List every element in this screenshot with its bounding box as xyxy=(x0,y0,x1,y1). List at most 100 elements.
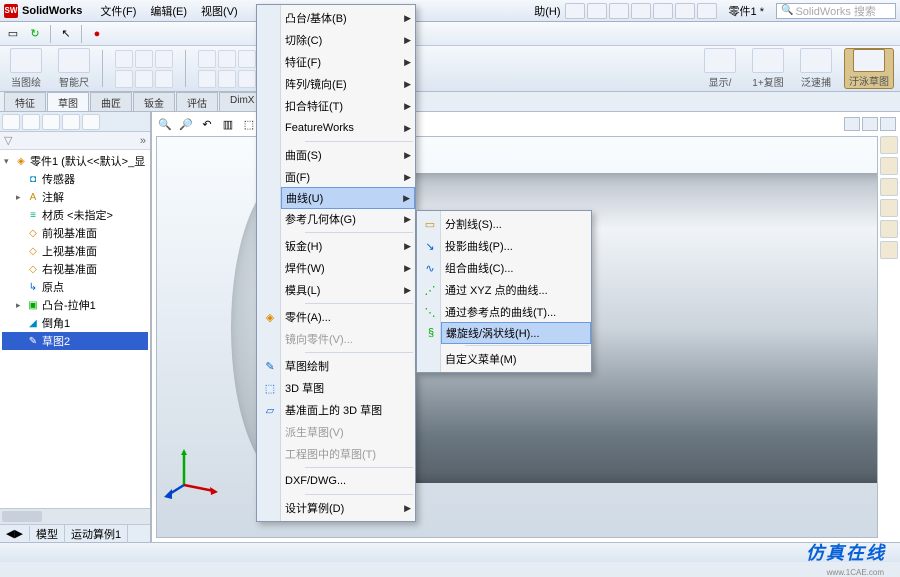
menu-3dsketch-on-plane[interactable]: ▱基准面上的 3D 草图 xyxy=(281,399,415,421)
taskpane-library-icon[interactable] xyxy=(880,157,898,175)
tree-right-plane[interactable]: ◇右视基准面 xyxy=(2,260,148,278)
menu-sheetmetal[interactable]: 钣金(H)▶ xyxy=(281,235,415,257)
scrollbar-thumb[interactable] xyxy=(2,511,42,522)
menu-file[interactable]: 文件(F) xyxy=(94,1,142,21)
filter-icon[interactable]: ▽ xyxy=(4,134,18,148)
window-minimize-icon[interactable] xyxy=(844,117,860,131)
view-prev-icon[interactable]: ↶ xyxy=(198,116,216,132)
menu-part[interactable]: ◈零件(A)... xyxy=(281,306,415,328)
trim-tool-icon[interactable] xyxy=(198,50,216,68)
zoom-fit-icon[interactable]: 🔍 xyxy=(156,116,174,132)
window-close-icon[interactable] xyxy=(880,117,896,131)
tool-rebuild-icon[interactable]: ↻ xyxy=(26,25,44,43)
move-tool-icon[interactable] xyxy=(238,70,256,88)
qat-new-icon[interactable] xyxy=(565,3,585,19)
menu-help[interactable]: 助(H) xyxy=(534,3,560,19)
tree-root[interactable]: ▾◈零件1 (默认<<默认>_显 xyxy=(2,152,148,170)
menu-sketch[interactable]: ✎草图绘制 xyxy=(281,355,415,377)
zoom-area-icon[interactable]: 🔎 xyxy=(177,116,195,132)
tab-model[interactable]: 模型 xyxy=(30,525,65,543)
menu-cut[interactable]: 切除(C)▶ xyxy=(281,29,415,51)
circle-tool-icon[interactable] xyxy=(135,50,153,68)
window-maximize-icon[interactable] xyxy=(862,117,878,131)
menu-face[interactable]: 面(F)▶ xyxy=(281,166,415,188)
menu-3dsketch[interactable]: ⬚3D 草图 xyxy=(281,377,415,399)
qat-save-icon[interactable] xyxy=(609,3,629,19)
offset-tool-icon[interactable] xyxy=(238,50,256,68)
tab-sketch[interactable]: 草图 xyxy=(47,92,89,111)
menu-refgeometry[interactable]: 参考几何体(G)▶ xyxy=(281,208,415,230)
line-tool-icon[interactable] xyxy=(115,50,133,68)
fm-tab-dimxpert-icon[interactable] xyxy=(62,114,80,130)
submenu-curve-xyz[interactable]: ⋰通过 XYZ 点的曲线... xyxy=(441,279,591,301)
tool-appearance-icon[interactable]: ● xyxy=(88,25,106,43)
convert-tool-icon[interactable] xyxy=(218,50,236,68)
menu-featureworks[interactable]: FeatureWorks▶ xyxy=(281,117,415,139)
ribbon-sketch-icon[interactable] xyxy=(10,48,42,73)
tab-surfaces[interactable]: 曲匠 xyxy=(90,92,132,111)
menu-molds[interactable]: 模具(L)▶ xyxy=(281,279,415,301)
qat-undo-icon[interactable] xyxy=(653,3,673,19)
fm-tab-display-icon[interactable] xyxy=(82,114,100,130)
submenu-helix[interactable]: §螺旋线/涡状线(H)... xyxy=(441,322,591,344)
tree-sensors[interactable]: ◘传感器 xyxy=(2,170,148,188)
search-input[interactable]: 🔍 SolidWorks 搜索 xyxy=(776,3,896,19)
orientation-triad-icon[interactable] xyxy=(164,441,224,501)
ribbon-rapidsketch-icon[interactable] xyxy=(853,49,885,72)
menu-fastening[interactable]: 扣合特征(T)▶ xyxy=(281,95,415,117)
menu-edit[interactable]: 编辑(E) xyxy=(144,1,193,21)
ribbon-quicksnap-icon[interactable] xyxy=(800,48,832,73)
ribbon-display-icon[interactable] xyxy=(704,48,736,73)
section-view-icon[interactable]: ▥ xyxy=(219,116,237,132)
tab-motion[interactable]: 运动算例1 xyxy=(65,525,128,543)
spline-tool-icon[interactable] xyxy=(155,50,173,68)
ribbon-repair-icon[interactable] xyxy=(752,48,784,73)
tree-sketch-selected[interactable]: ✎草图2 xyxy=(2,332,148,350)
taskpane-appearance-icon[interactable] xyxy=(880,220,898,238)
rect-tool-icon[interactable] xyxy=(115,70,133,88)
menu-designstudy[interactable]: 设计算例(D)▶ xyxy=(281,497,415,519)
qat-options-icon[interactable] xyxy=(697,3,717,19)
taskpane-view-icon[interactable] xyxy=(880,199,898,217)
filter-expand-icon[interactable]: » xyxy=(140,135,146,147)
menu-surface[interactable]: 曲面(S)▶ xyxy=(281,144,415,166)
tree-material[interactable]: ≡材质 <未指定> xyxy=(2,206,148,224)
submenu-customize[interactable]: 自定义菜单(M) xyxy=(441,348,591,370)
pattern-tool-icon[interactable] xyxy=(218,70,236,88)
arc-tool-icon[interactable] xyxy=(135,70,153,88)
ribbon-dimension-icon[interactable] xyxy=(58,48,90,73)
tab-evaluate[interactable]: 评估 xyxy=(176,92,218,111)
taskpane-resources-icon[interactable] xyxy=(880,136,898,154)
submenu-splitline[interactable]: ▭分割线(S)... xyxy=(441,213,591,235)
menu-features[interactable]: 特征(F)▶ xyxy=(281,51,415,73)
menu-view[interactable]: 视图(V) xyxy=(195,1,244,21)
qat-print-icon[interactable] xyxy=(631,3,651,19)
taskpane-explorer-icon[interactable] xyxy=(880,178,898,196)
menu-curve[interactable]: 曲线(U)▶ xyxy=(281,187,415,209)
tab-sheetmetal[interactable]: 钣金 xyxy=(133,92,175,111)
menu-pattern[interactable]: 阵列/镜向(E)▶ xyxy=(281,73,415,95)
point-tool-icon[interactable] xyxy=(155,70,173,88)
fm-tab-config-icon[interactable] xyxy=(42,114,60,130)
menu-boss[interactable]: 凸台/基体(B)▶ xyxy=(281,7,415,29)
tree-chamfer[interactable]: ◢倒角1 xyxy=(2,314,148,332)
tool-cursor-icon[interactable]: ↖ xyxy=(57,25,75,43)
taskpane-custom-icon[interactable] xyxy=(880,241,898,259)
fm-tab-tree-icon[interactable] xyxy=(2,114,20,130)
tab-features[interactable]: 特征 xyxy=(4,92,46,111)
qat-rebuild-icon[interactable] xyxy=(675,3,695,19)
feature-tree[interactable]: ▾◈零件1 (默认<<默认>_显 ◘传感器 ▸A注解 ≡材质 <未指定> ◇前视… xyxy=(0,150,150,508)
submenu-projected-curve[interactable]: ↘投影曲线(P)... xyxy=(441,235,591,257)
tree-annotations[interactable]: ▸A注解 xyxy=(2,188,148,206)
tree-top-plane[interactable]: ◇上视基准面 xyxy=(2,242,148,260)
tree-horizontal-scrollbar[interactable] xyxy=(0,508,150,524)
qat-open-icon[interactable] xyxy=(587,3,607,19)
menu-dxf[interactable]: DXF/DWG... xyxy=(281,470,415,492)
menu-weldments[interactable]: 焊件(W)▶ xyxy=(281,257,415,279)
tab-nav-icon[interactable]: ◀▶ xyxy=(0,526,30,541)
fm-tab-property-icon[interactable] xyxy=(22,114,40,130)
submenu-composite-curve[interactable]: ∿组合曲线(C)... xyxy=(441,257,591,279)
tree-extrude[interactable]: ▸▣凸台-拉伸1 xyxy=(2,296,148,314)
tool-select-icon[interactable]: ▭ xyxy=(4,25,22,43)
mirror-tool-icon[interactable] xyxy=(198,70,216,88)
